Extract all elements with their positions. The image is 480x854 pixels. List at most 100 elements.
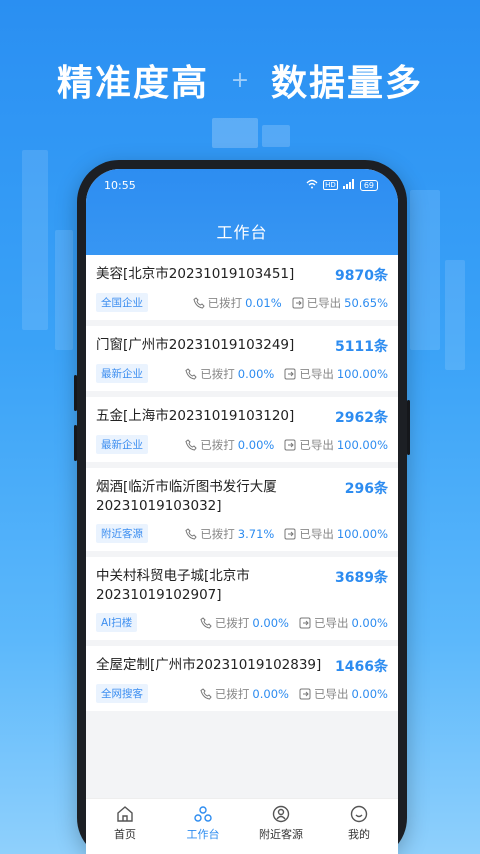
- exported-stat: 已导出 100.00%: [284, 526, 388, 542]
- tab-profile[interactable]: 我的: [320, 799, 398, 854]
- export-icon: [292, 297, 304, 309]
- exported-label: 已导出: [299, 366, 334, 381]
- dialed-label: 已拨打: [200, 526, 235, 541]
- dialed-value: 0.01%: [245, 295, 282, 310]
- exported-label: 已导出: [299, 526, 334, 541]
- dialed-label: 已拨打: [207, 295, 243, 310]
- dialed-label: 已拨打: [200, 437, 235, 452]
- phone-icon: [200, 687, 212, 700]
- exported-label: 已导出: [313, 615, 349, 630]
- tab-label: 我的: [348, 828, 370, 841]
- exported-value: 0.00%: [351, 615, 388, 630]
- exported-value: 0.00%: [351, 686, 388, 701]
- phone-icon: [185, 367, 197, 380]
- wifi-icon: [306, 179, 318, 192]
- exported-stat: 已导出 0.00%: [299, 615, 388, 631]
- task-card[interactable]: 全屋定制[广州市20231019102839] 1466条 全网搜客 已拨打 0.…: [86, 646, 398, 711]
- task-source-tag: 全网搜客: [96, 684, 148, 703]
- task-source-tag: 全国企业: [96, 293, 148, 312]
- tab-home[interactable]: 首页: [86, 799, 164, 854]
- app-header: 10:55 HD 69 工作台: [86, 169, 398, 255]
- tab-label: 工作台: [186, 828, 220, 841]
- task-source-tag: AI扫楼: [96, 613, 138, 632]
- exported-value: 100.00%: [336, 437, 388, 452]
- status-bar: 10:55 HD 69: [104, 177, 378, 193]
- tab-label: 首页: [114, 828, 136, 841]
- home-icon: [116, 805, 134, 826]
- export-icon: [284, 368, 296, 380]
- dialed-label: 已拨打: [214, 686, 250, 701]
- dialed-stat: 已拨打 0.00%: [200, 615, 289, 631]
- task-source-tag: 附近客源: [96, 524, 148, 543]
- nearby-icon: [272, 805, 290, 826]
- phone-icon: [185, 438, 197, 451]
- task-source-tag: 最新企业: [96, 435, 148, 454]
- dialed-value: 0.00%: [237, 437, 275, 452]
- task-name: 门窗[广州市20231019103249]: [96, 337, 295, 353]
- task-count: 296条: [344, 481, 388, 497]
- dialed-value: 0.00%: [252, 686, 289, 701]
- tab-nearby[interactable]: 附近客源: [242, 799, 320, 854]
- exported-stat: 已导出 100.00%: [284, 437, 388, 453]
- task-source-tag: 最新企业: [96, 364, 148, 383]
- exported-label: 已导出: [306, 295, 342, 310]
- dialed-stat: 已拨打 0.00%: [200, 686, 289, 702]
- exported-stat: 已导出 50.65%: [292, 295, 388, 311]
- battery-icon: 69: [359, 179, 378, 191]
- tab-workbench[interactable]: 工作台: [164, 799, 242, 854]
- task-list: 美容[北京市20231019103451] 9870条 全国企业 已拨打 0.01…: [86, 255, 398, 711]
- task-name: 烟酒[临沂市临沂图书发行大厦20231019103032]: [96, 479, 277, 514]
- task-name: 五金[上海市20231019103120]: [96, 408, 295, 424]
- dialed-label: 已拨打: [200, 366, 235, 381]
- phone-frame: 10:55 HD 69 工作台 美容[北京市20231019103451] 98…: [74, 160, 410, 854]
- dialed-value: 0.00%: [252, 615, 289, 630]
- task-card[interactable]: 烟酒[临沂市临沂图书发行大厦20231019103032] 296条 附近客源 …: [86, 468, 398, 551]
- dialed-stat: 已拨打 0.00%: [185, 366, 274, 382]
- export-icon: [299, 617, 311, 629]
- bottom-tab-bar: 首页 工作台 附近客源 我的: [86, 798, 398, 854]
- hd-icon: HD: [323, 180, 338, 190]
- exported-stat: 已导出 0.00%: [299, 686, 388, 702]
- task-count: 1466条: [335, 659, 388, 675]
- exported-value: 100.00%: [336, 526, 388, 541]
- tab-label: 附近客源: [259, 828, 303, 841]
- profile-icon: [350, 805, 368, 826]
- task-name: 美容[北京市20231019103451]: [96, 266, 295, 282]
- dialed-stat: 已拨打 3.71%: [185, 526, 274, 542]
- phone-icon: [200, 616, 212, 629]
- phone-icon: [185, 527, 197, 540]
- exported-stat: 已导出 100.00%: [284, 366, 388, 382]
- app-screen: 10:55 HD 69 工作台 美容[北京市20231019103451] 98…: [86, 169, 398, 854]
- task-card[interactable]: 美容[北京市20231019103451] 9870条 全国企业 已拨打 0.01…: [86, 255, 398, 320]
- workbench-icon: [194, 805, 212, 826]
- exported-value: 100.00%: [336, 366, 388, 381]
- exported-label: 已导出: [313, 686, 349, 701]
- promo-divider: +: [230, 67, 250, 93]
- task-name: 全屋定制[广州市20231019102839]: [96, 657, 322, 673]
- task-card[interactable]: 中关村科贸电子城[北京市20231019102907] 3689条 AI扫楼 已…: [86, 557, 398, 640]
- phone-icon: [193, 296, 205, 309]
- dialed-stat: 已拨打 0.01%: [193, 295, 282, 311]
- dialed-stat: 已拨打 0.00%: [185, 437, 274, 453]
- export-icon: [284, 528, 296, 540]
- signal-icon: [342, 178, 355, 192]
- promo-right-text: 数据量多: [271, 63, 424, 104]
- task-count: 9870条: [335, 268, 388, 284]
- task-count: 5111条: [335, 339, 388, 355]
- export-icon: [284, 439, 296, 451]
- status-time: 10:55: [104, 178, 136, 192]
- task-name: 中关村科贸电子城[北京市20231019102907]: [96, 568, 250, 603]
- export-icon: [299, 688, 311, 700]
- page-title: 工作台: [216, 223, 268, 242]
- exported-value: 50.65%: [344, 295, 388, 310]
- task-count: 3689条: [335, 570, 388, 586]
- dialed-label: 已拨打: [214, 615, 250, 630]
- task-card[interactable]: 门窗[广州市20231019103249] 5111条 最新企业 已拨打 0.00…: [86, 326, 398, 391]
- exported-label: 已导出: [299, 437, 334, 452]
- task-count: 2962条: [335, 410, 388, 426]
- dialed-value: 3.71%: [237, 526, 275, 541]
- promo-left-text: 精准度高: [56, 63, 209, 104]
- task-card[interactable]: 五金[上海市20231019103120] 2962条 最新企业 已拨打 0.00…: [86, 397, 398, 462]
- dialed-value: 0.00%: [237, 366, 275, 381]
- promo-headline: 精准度高 + 数据量多: [0, 52, 480, 108]
